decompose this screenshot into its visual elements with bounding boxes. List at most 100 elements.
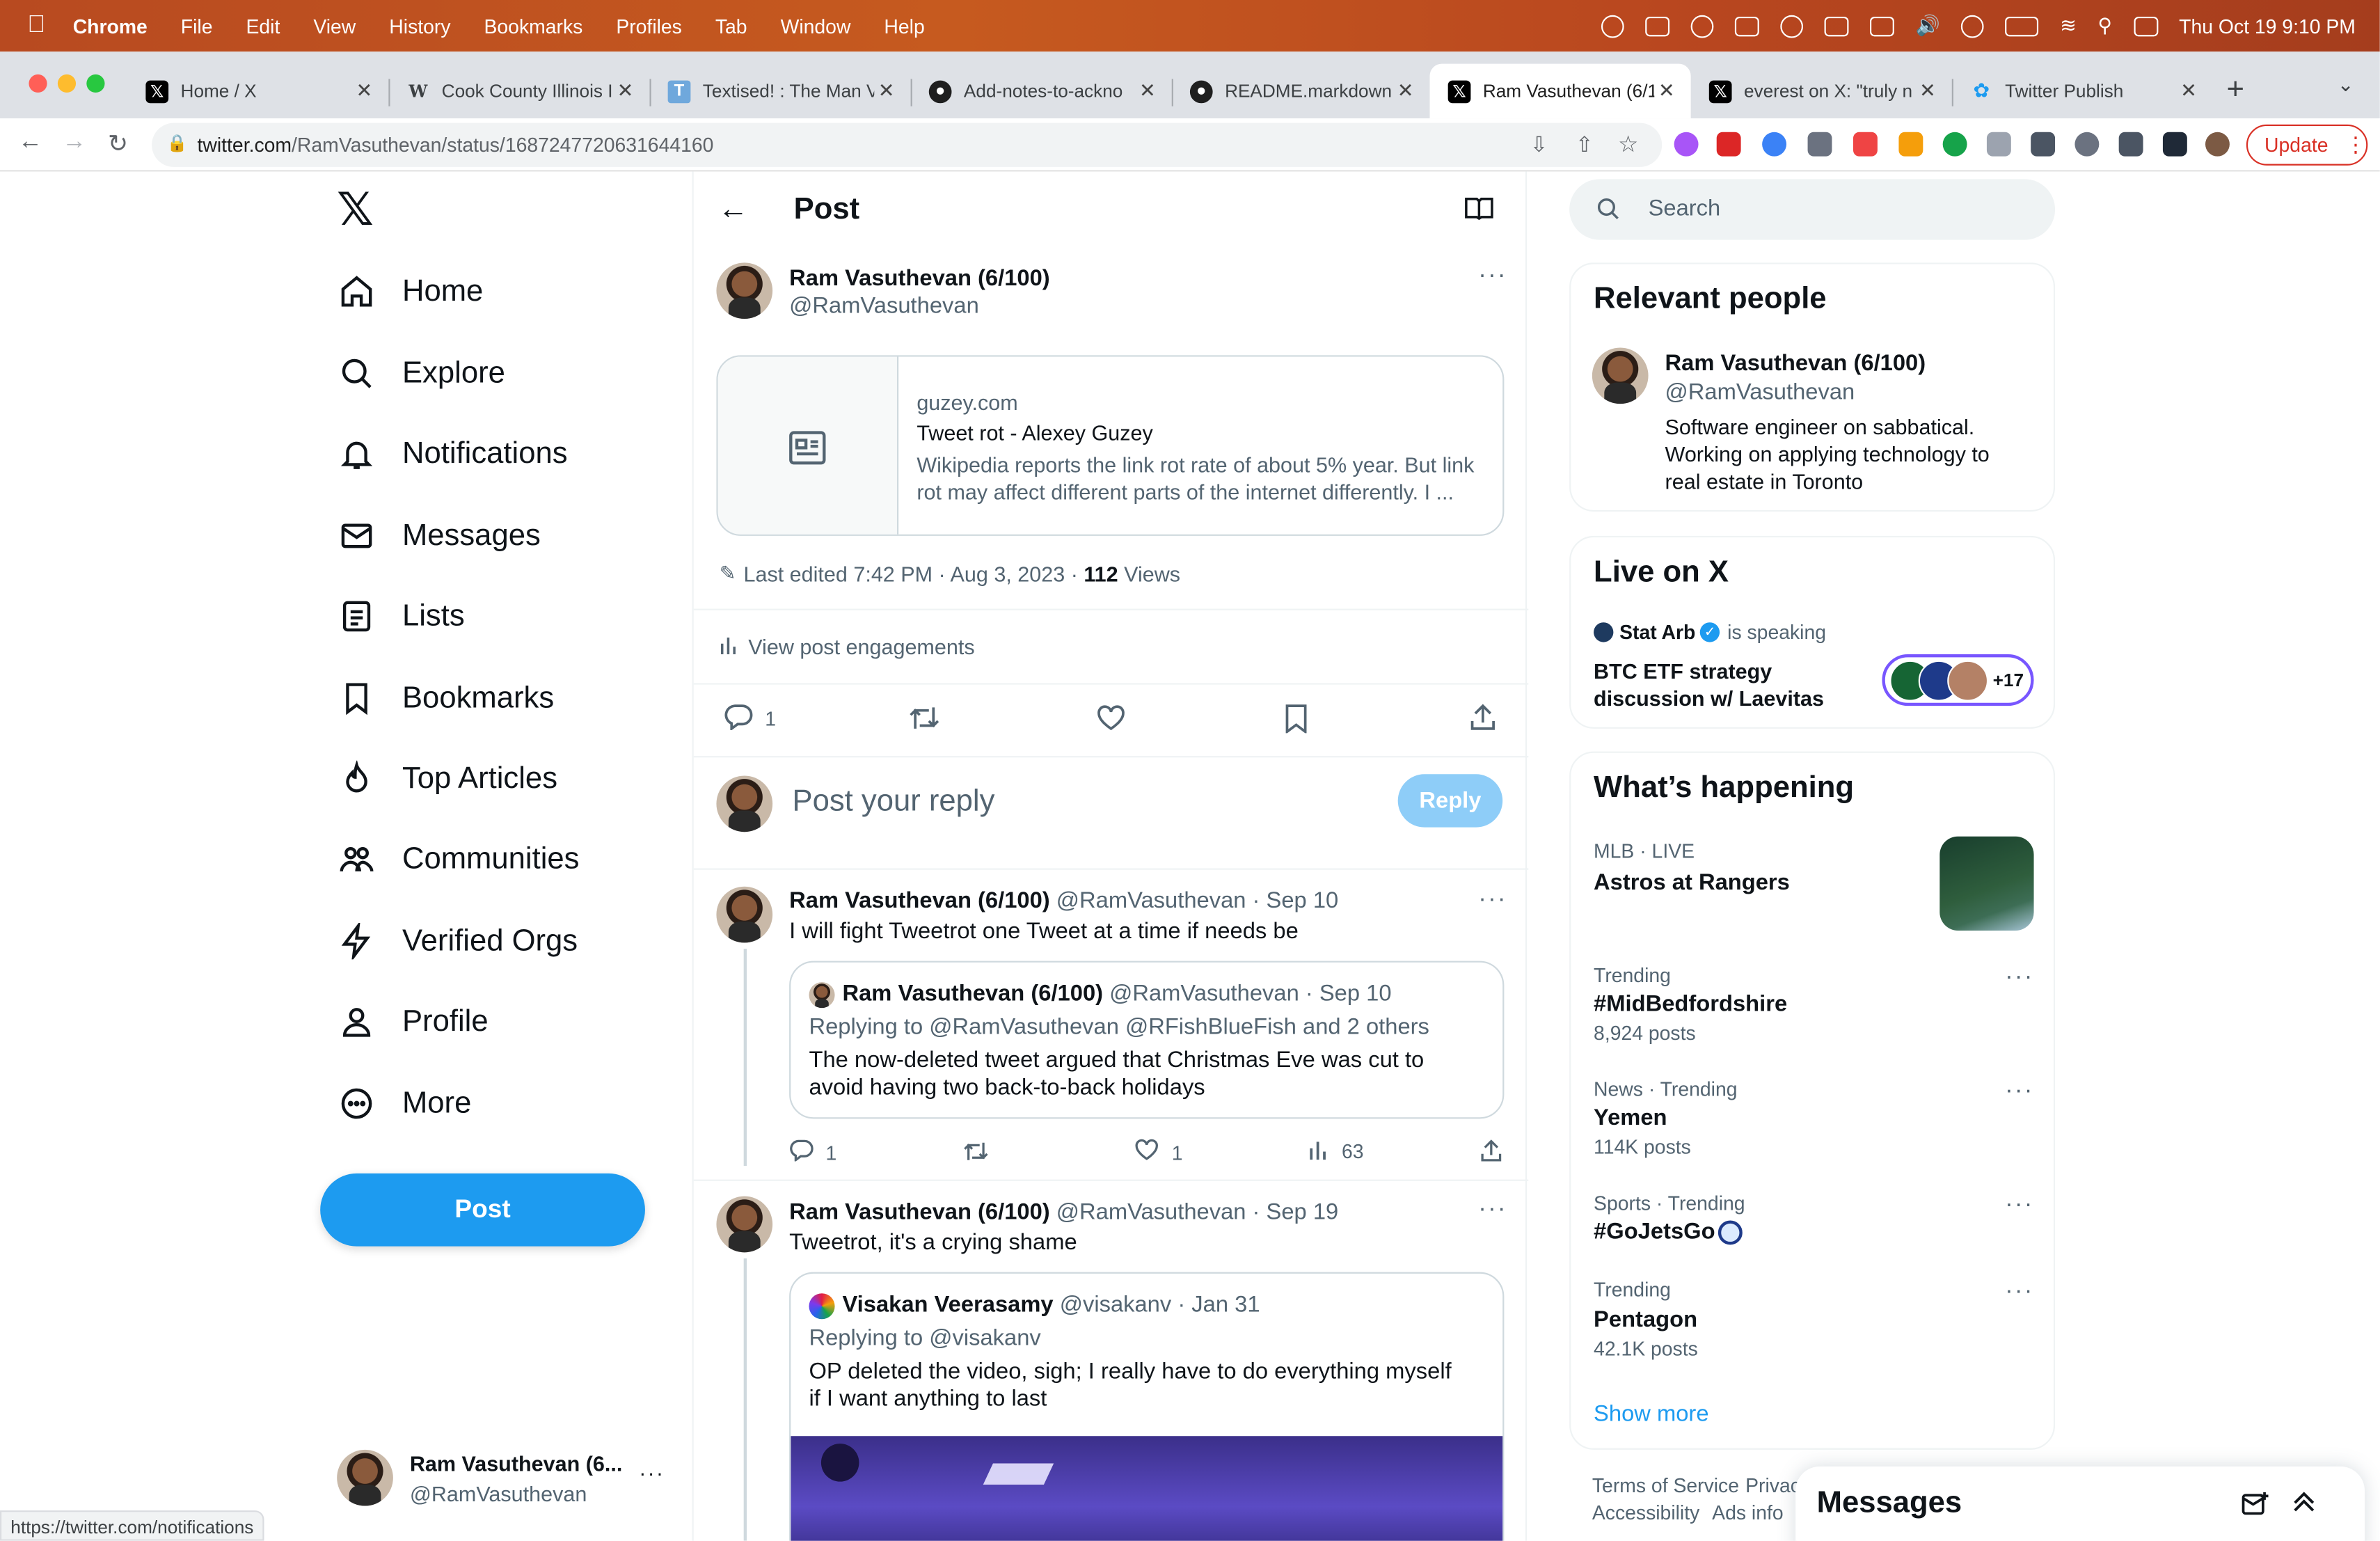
grammarly-icon[interactable] (1942, 132, 1967, 157)
quoted-tweet[interactable]: Ram Vasuthevan (6/100) @RamVasuthevan · … (789, 961, 1505, 1119)
forward-arrow-icon[interactable]: → (62, 129, 86, 156)
sidebar-item-messages[interactable]: Messages (337, 516, 541, 556)
close-tab-icon[interactable]: ✕ (1393, 79, 1418, 103)
show-more-link[interactable]: Show more (1594, 1401, 1708, 1427)
like-action[interactable]: 1 (1134, 1139, 1183, 1166)
more-dots-icon[interactable]: ··· (639, 1460, 665, 1485)
space-topic[interactable]: BTC ETF strategy discussion w/ Laevitas (1594, 657, 1867, 712)
search-input[interactable]: Search (1569, 179, 2056, 240)
close-tab-icon[interactable]: ✕ (874, 79, 898, 103)
reload-icon[interactable]: ↻ (108, 129, 128, 159)
view-engagements-link[interactable]: View post engagements (720, 635, 975, 659)
wifi-icon[interactable]: ≋ (2060, 14, 2077, 38)
display-icon[interactable] (1870, 15, 1894, 36)
more-dots-icon[interactable]: ··· (2005, 964, 2033, 991)
status-app-icon[interactable] (1780, 14, 1804, 38)
side-panel-icon[interactable] (2162, 132, 2187, 157)
repost-icon[interactable] (962, 1140, 990, 1171)
sidebar-item-top-articles[interactable]: Top Articles (337, 759, 557, 799)
close-tab-icon[interactable]: ✕ (1654, 79, 1679, 103)
avatar[interactable] (716, 262, 773, 319)
new-tab-icon[interactable]: + (2227, 73, 2244, 108)
more-dots-icon[interactable]: ··· (2005, 1078, 2033, 1105)
heart-icon[interactable] (1096, 704, 1127, 739)
reply-action[interactable]: 1 (724, 703, 776, 735)
video-thumbnail[interactable] (791, 1436, 1503, 1541)
browser-tab[interactable]: W Cook County Illinois I ✕ (388, 64, 649, 119)
author-name[interactable]: Ram Vasuthevan (6/100) (789, 888, 1050, 914)
calendar-status-icon[interactable] (1824, 15, 1849, 36)
reading-list-icon[interactable] (2118, 132, 2143, 157)
new-message-icon[interactable] (2242, 1491, 2269, 1524)
avatar[interactable] (1592, 347, 1649, 404)
author-meta[interactable]: @RamVasuthevan · Sep 10 (1056, 888, 1338, 914)
url-text[interactable]: twitter.com/RamVasuthevan/status/1687247… (198, 134, 714, 157)
menu-tab[interactable]: Tab (715, 15, 747, 38)
tab-search-chevron-icon[interactable]: ⌄ (2338, 73, 2354, 97)
menu-edit[interactable]: Edit (246, 15, 280, 38)
control-center-icon[interactable] (2133, 15, 2158, 36)
person-name[interactable]: Ram Vasuthevan (6/100) (1665, 351, 1926, 377)
reply-button[interactable]: Reply (1397, 774, 1503, 828)
sidebar-item-communities[interactable]: Communities (337, 839, 579, 879)
replying-handles[interactable]: @visakanv (929, 1325, 1041, 1351)
more-dots-icon[interactable]: ··· (2005, 1192, 2033, 1219)
close-tab-icon[interactable]: ✕ (1915, 79, 1939, 103)
menu-profiles[interactable]: Profiles (616, 15, 682, 38)
more-dots-icon[interactable]: ··· (1478, 1196, 1507, 1224)
browser-tab[interactable]: T Textised! : The Man V ✕ (649, 64, 910, 119)
close-tab-icon[interactable]: ✕ (352, 79, 376, 103)
replying-handles[interactable]: @RamVasuthevan @RFishBlueFish (929, 1014, 1296, 1040)
extension-icon[interactable] (2074, 132, 2100, 157)
author-name[interactable]: Ram Vasuthevan (6/100) (789, 1199, 1050, 1225)
author-name[interactable]: Ram Vasuthevan (6/100) (789, 266, 1050, 292)
back-arrow-icon[interactable]: ← (718, 193, 749, 228)
puzzle-extensions-icon[interactable] (2031, 132, 2056, 157)
sidebar-item-home[interactable]: Home (337, 271, 483, 311)
menu-file[interactable]: File (181, 15, 213, 38)
zoom-window-button[interactable] (86, 74, 105, 93)
bookmark-icon[interactable] (1284, 704, 1308, 741)
browser-tab-active[interactable]: 𝕏 Ram Vasuthevan (6/1 ✕ (1429, 63, 1691, 119)
play-icon[interactable] (1961, 14, 1985, 38)
replying-suffix[interactable]: and 2 others (1296, 1014, 1429, 1040)
footer-link-accessibility[interactable]: Accessibility (1592, 1501, 1699, 1524)
menu-window[interactable]: Window (781, 15, 851, 38)
browser-tab[interactable]: ● Add-notes-to-ackno ✕ (911, 64, 1172, 119)
status-app-icon[interactable] (1645, 15, 1670, 36)
status-app-icon[interactable] (1601, 14, 1624, 38)
browser-tab[interactable]: ✿ Twitter Publish ✕ (1952, 64, 2213, 119)
author-meta[interactable]: @RamVasuthevan · Sep 19 (1056, 1199, 1338, 1225)
update-button[interactable]: Update ⋮ (2246, 124, 2368, 166)
post-button[interactable]: Post (320, 1173, 645, 1247)
footer-link-terms[interactable]: Terms of Service (1592, 1474, 1739, 1497)
sidebar-item-explore[interactable]: Explore (337, 354, 505, 393)
extension-icon[interactable] (1716, 132, 1741, 157)
extension-icon[interactable] (1986, 132, 2011, 157)
share-icon[interactable] (1469, 703, 1496, 739)
minimize-window-button[interactable] (57, 74, 77, 93)
back-arrow-icon[interactable]: ← (18, 129, 42, 156)
sidebar-item-bookmarks[interactable]: Bookmarks (337, 679, 554, 718)
close-window-button[interactable] (29, 74, 47, 93)
footer-link-privacy[interactable]: Privac (1745, 1474, 1800, 1497)
more-dots-icon[interactable]: ··· (1478, 262, 1507, 290)
menu-help[interactable]: Help (884, 15, 924, 38)
link-preview-card[interactable]: guzey.com Tweet rot - Alexey Guzey Wikip… (716, 355, 1505, 536)
browser-tab[interactable]: 𝕏 Home / X ✕ (127, 64, 388, 119)
lock-icon[interactable]: 🔒 (167, 134, 188, 153)
pocket-icon[interactable] (1853, 132, 1878, 157)
share-icon[interactable]: ⇧ (1576, 132, 1594, 158)
author-handle[interactable]: @RamVasuthevan (789, 293, 979, 319)
edited-timestamp[interactable]: Last edited 7:42 PM · Aug 3, 2023 · (743, 562, 1084, 586)
expand-chevron-icon[interactable] (2292, 1489, 2316, 1522)
battery-icon[interactable] (2005, 15, 2039, 36)
share-icon[interactable] (1479, 1139, 1502, 1171)
sidebar-item-lists[interactable]: Lists (337, 596, 465, 636)
extension-icon[interactable] (1674, 132, 1699, 157)
x-logo-icon[interactable]: 𝕏 (337, 187, 374, 233)
quoted-tweet[interactable]: Visakan Veerasamy @visakanv · Jan 31 Rep… (789, 1272, 1505, 1541)
reply-action[interactable]: 1 (789, 1139, 836, 1166)
messages-drawer[interactable]: Messages (1795, 1466, 2365, 1541)
bookmark-star-icon[interactable]: ☆ (1618, 131, 1638, 158)
